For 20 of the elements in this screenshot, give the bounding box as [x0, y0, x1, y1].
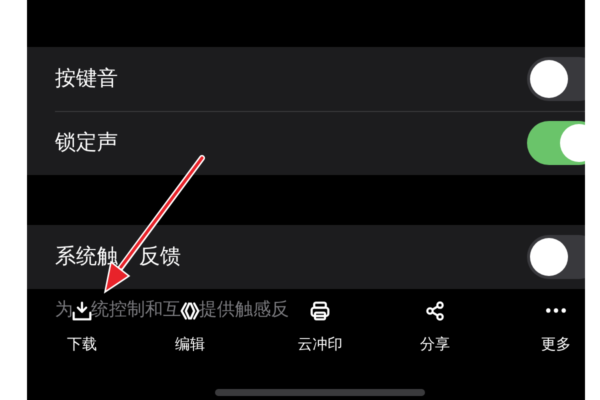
setting-label: 按键音: [55, 66, 118, 92]
code-brackets-icon[interactable]: [180, 301, 200, 321]
download-icon[interactable]: [72, 301, 92, 321]
setting-label: 系统触: [55, 244, 118, 270]
setting-label: 锁定声: [55, 130, 118, 156]
setting-label: 反馈: [139, 244, 181, 270]
toggle-switch[interactable]: [527, 57, 585, 101]
toolbar-label[interactable]: 云冲印: [298, 335, 342, 354]
printer-icon[interactable]: [310, 301, 330, 321]
more-icon[interactable]: [544, 307, 568, 314]
toolbar-label[interactable]: 下载: [67, 335, 97, 354]
toolbar-label[interactable]: 更多: [541, 335, 571, 354]
share-icon[interactable]: [425, 301, 445, 321]
footer-note: 为: [55, 299, 73, 321]
footer-note: 统控制和互: [91, 299, 181, 321]
toggle-switch[interactable]: [527, 121, 585, 165]
toggle-switch[interactable]: [527, 235, 585, 279]
footer-note: 提供触感反: [199, 299, 289, 321]
toolbar-label[interactable]: 分享: [420, 335, 450, 354]
toolbar-label[interactable]: 编辑: [175, 335, 205, 354]
